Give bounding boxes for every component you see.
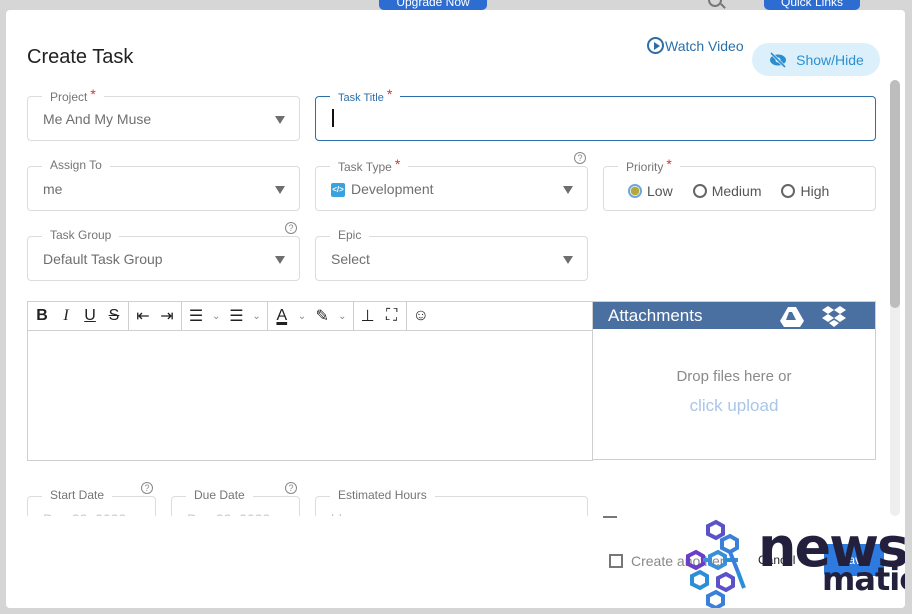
watermark-matic: matic: [822, 560, 905, 598]
radio-unchecked-icon: [692, 184, 707, 198]
priority-label: Priority *: [618, 156, 680, 174]
editor-toolbar: B I U S ⇤ ⇥ ☰ ⌄ ☰ ⌄ A ⌄ ✎ ⌄ ⊥ ⛶ ☺: [28, 302, 592, 331]
task-title-label: Task Title *: [330, 86, 401, 104]
project-value: Me And My Muse: [43, 111, 152, 127]
epic-value: Select: [331, 251, 370, 267]
task-type-help-icon[interactable]: ?: [574, 152, 586, 164]
due-date-help-icon[interactable]: ?: [285, 482, 297, 494]
task-group-label: Task Group: [42, 228, 120, 242]
newsmatic-watermark: news matic: [678, 516, 905, 608]
chevron-down-icon[interactable]: ⌄: [252, 311, 260, 322]
chevron-down-icon[interactable]: ⌄: [338, 311, 346, 322]
indent-button[interactable]: ⇥: [159, 306, 175, 326]
task-type-value: </> Development: [331, 181, 434, 198]
show-hide-button[interactable]: Show/Hide: [752, 43, 880, 76]
chevron-down-icon[interactable]: ⌄: [298, 311, 306, 322]
description-editor: B I U S ⇤ ⇥ ☰ ⌄ ☰ ⌄ A ⌄ ✎ ⌄ ⊥ ⛶ ☺: [27, 301, 593, 461]
caret-down-icon: [275, 256, 285, 264]
task-type-label: Task Type *: [330, 156, 409, 174]
project-label: Project *: [42, 86, 104, 104]
caret-down-icon: [563, 186, 573, 194]
attachments-panel: Attachments Drop files here or click upl…: [592, 301, 876, 460]
assign-to-select[interactable]: Assign To me: [27, 158, 300, 211]
emoji-icon[interactable]: ☺: [413, 307, 429, 325]
outdent-button[interactable]: ⇤: [135, 306, 151, 326]
play-circle-icon: [647, 37, 664, 54]
highlight-button[interactable]: ✎: [314, 306, 330, 326]
epic-label: Epic: [330, 228, 370, 242]
quick-links-button[interactable]: Quick Links: [764, 0, 860, 10]
task-group-value: Default Task Group: [43, 251, 163, 267]
radio-unchecked-icon: [781, 184, 796, 198]
search-icon[interactable]: [708, 0, 722, 7]
task-group-help-icon[interactable]: ?: [285, 222, 297, 234]
start-date-label: Start Date: [42, 488, 113, 502]
priority-high-radio[interactable]: High: [781, 183, 829, 199]
strikethrough-button[interactable]: S: [106, 307, 122, 325]
task-group-select[interactable]: Task Group Default Task Group: [27, 228, 300, 281]
modal-scrollbar[interactable]: [890, 80, 900, 516]
editor-content-area[interactable]: [28, 331, 592, 461]
epic-select[interactable]: Epic Select: [315, 228, 588, 281]
caret-down-icon: [275, 116, 285, 124]
assign-to-label: Assign To: [42, 158, 110, 172]
project-select[interactable]: Project * Me And My Muse: [27, 86, 300, 141]
molecule-logo-icon: [686, 519, 746, 608]
collapse-icon[interactable]: [603, 516, 617, 518]
italic-button[interactable]: I: [58, 307, 74, 325]
checkbox-unchecked-icon: [609, 554, 623, 568]
task-type-select[interactable]: Task Type * </> Development: [315, 156, 588, 211]
stamp-icon[interactable]: ⊥: [360, 306, 376, 326]
scrollbar-thumb[interactable]: [890, 80, 900, 308]
text-cursor: [332, 109, 334, 127]
dropbox-icon[interactable]: [822, 306, 846, 328]
assign-to-value: me: [43, 181, 63, 197]
chevron-down-icon[interactable]: ⌄: [212, 311, 220, 322]
priority-medium-radio[interactable]: Medium: [692, 183, 761, 199]
ordered-list-button[interactable]: ☰: [188, 306, 204, 326]
modal-title: Create Task: [27, 46, 134, 68]
task-title-input[interactable]: Task Title *: [315, 86, 876, 141]
radio-checked-icon: [628, 184, 642, 198]
create-task-modal: Create Task Watch Video Show/Hide Projec…: [6, 10, 905, 608]
font-color-button[interactable]: A: [274, 307, 290, 325]
watch-video-link[interactable]: Watch Video: [647, 37, 744, 54]
code-icon: </>: [331, 183, 345, 198]
upgrade-now-button[interactable]: Upgrade Now: [379, 0, 487, 10]
caret-down-icon: [563, 256, 573, 264]
attachments-title: Attachments: [608, 306, 703, 325]
caret-down-icon: [275, 186, 285, 194]
watch-video-label: Watch Video: [665, 37, 744, 54]
fullscreen-icon[interactable]: ⛶: [384, 307, 400, 325]
bold-button[interactable]: B: [34, 307, 50, 325]
due-date-label: Due Date: [186, 488, 253, 502]
underline-button[interactable]: U: [82, 307, 98, 325]
eye-off-icon: [770, 51, 787, 68]
priority-group: Priority * Low Medium High: [603, 156, 876, 211]
priority-low-radio[interactable]: Low: [628, 183, 673, 199]
google-drive-icon[interactable]: [780, 307, 804, 327]
attachments-header: Attachments: [593, 302, 875, 329]
drop-files-text: Drop files here or: [676, 368, 792, 385]
show-hide-label: Show/Hide: [796, 51, 864, 68]
click-upload-link[interactable]: click upload: [593, 396, 875, 416]
estimated-hours-label: Estimated Hours: [330, 488, 435, 502]
bullet-list-button[interactable]: ☰: [228, 306, 244, 326]
start-date-help-icon[interactable]: ?: [141, 482, 153, 494]
